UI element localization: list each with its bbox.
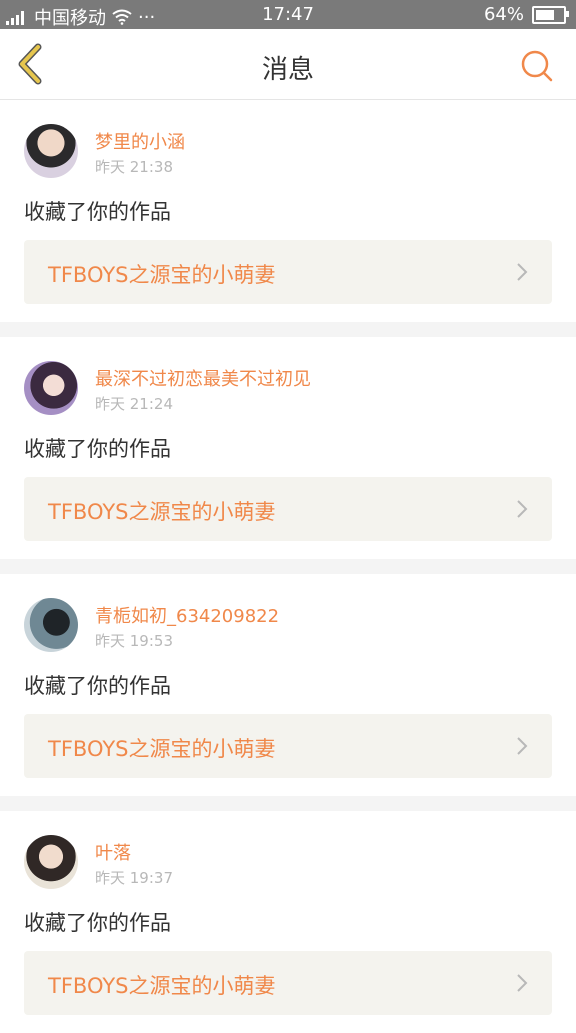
- avatar[interactable]: [24, 598, 78, 652]
- search-icon[interactable]: [520, 49, 554, 83]
- work-link[interactable]: TFBOYS之源宝的小萌妻: [24, 477, 552, 541]
- message-card: 叶落 昨天 19:37 收藏了你的作品 TFBOYS之源宝的小萌妻: [0, 811, 576, 1033]
- message-time: 昨天 19:53: [95, 632, 173, 650]
- battery-percent: 64%: [483, 4, 524, 25]
- avatar[interactable]: [24, 124, 78, 178]
- chevron-right-icon: [517, 737, 528, 755]
- message-action: 收藏了你的作品: [24, 911, 171, 935]
- username[interactable]: 叶落: [95, 839, 131, 865]
- avatar[interactable]: [24, 361, 78, 415]
- message-action: 收藏了你的作品: [24, 200, 171, 224]
- battery-icon: [532, 5, 569, 24]
- status-bar: 中国移动 ··· 17:47 64%: [0, 0, 576, 29]
- work-title: TFBOYS之源宝的小萌妻: [48, 974, 276, 998]
- message-time: 昨天 21:38: [95, 158, 173, 176]
- page-title: 消息: [261, 55, 314, 85]
- work-link[interactable]: TFBOYS之源宝的小萌妻: [24, 240, 552, 304]
- message-time: 昨天 19:37: [95, 869, 173, 887]
- avatar[interactable]: [24, 835, 78, 889]
- username[interactable]: 最深不过初恋最美不过初见: [95, 365, 311, 391]
- username[interactable]: 青栀如初_634209822: [95, 602, 279, 628]
- work-link[interactable]: TFBOYS之源宝的小萌妻: [24, 951, 552, 1015]
- username[interactable]: 梦里的小涵: [95, 128, 185, 154]
- nav-bar: 消息: [0, 29, 576, 100]
- message-time: 昨天 21:24: [95, 395, 173, 413]
- message-card: 最深不过初恋最美不过初见 昨天 21:24 收藏了你的作品 TFBOYS之源宝的…: [0, 337, 576, 559]
- message-action: 收藏了你的作品: [24, 674, 171, 698]
- chevron-right-icon: [517, 974, 528, 992]
- work-title: TFBOYS之源宝的小萌妻: [48, 500, 276, 524]
- chevron-right-icon: [517, 500, 528, 518]
- message-card: 梦里的小涵 昨天 21:38 收藏了你的作品 TFBOYS之源宝的小萌妻: [0, 100, 576, 322]
- work-title: TFBOYS之源宝的小萌妻: [48, 737, 276, 761]
- work-link[interactable]: TFBOYS之源宝的小萌妻: [24, 714, 552, 778]
- message-action: 收藏了你的作品: [24, 437, 171, 461]
- work-title: TFBOYS之源宝的小萌妻: [48, 263, 276, 287]
- message-card: 青栀如初_634209822 昨天 19:53 收藏了你的作品 TFBOYS之源…: [0, 574, 576, 796]
- chevron-right-icon: [517, 263, 528, 281]
- status-right: 64%: [483, 4, 569, 25]
